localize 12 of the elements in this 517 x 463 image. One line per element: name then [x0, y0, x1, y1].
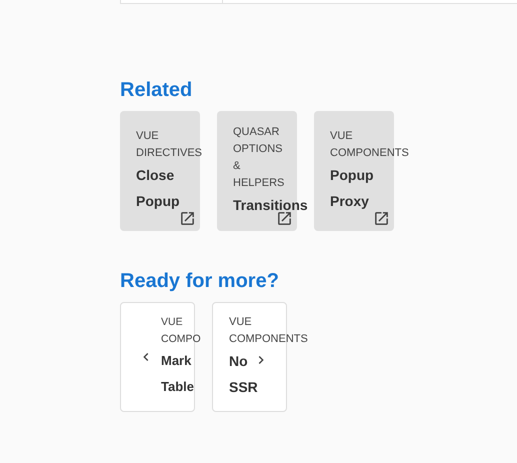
- card-title: Close Popup: [136, 166, 180, 211]
- card-title: Mark Table: [161, 352, 194, 396]
- card-title: No SSR: [229, 352, 258, 397]
- card-category: VUE COMPONENTS: [229, 315, 308, 347]
- card-category: VUE COMPO: [161, 315, 201, 347]
- card-category: VUE COMPONENTS: [330, 129, 409, 161]
- card-category: QUASAR OPTIONS & HELPERS: [233, 125, 284, 191]
- card-title: Transitions: [233, 196, 308, 215]
- section-heading: Ready for more?: [120, 269, 280, 293]
- card-category: VUE DIRECTIVES: [136, 129, 202, 161]
- card-title: Popup Proxy: [330, 166, 374, 211]
- section-heading: Related: [120, 78, 194, 102]
